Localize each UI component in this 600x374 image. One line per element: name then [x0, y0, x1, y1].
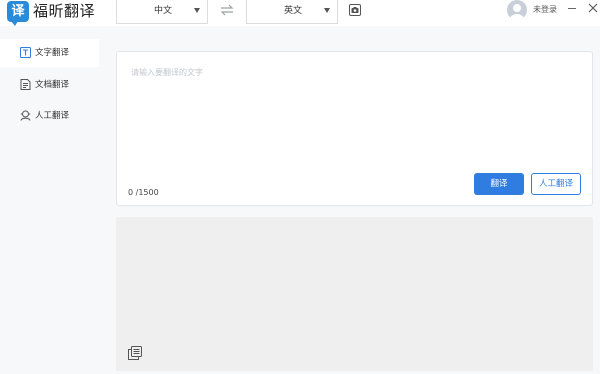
- input-placeholder: 请输入要翻译的文字: [131, 68, 203, 77]
- sidebar-item-document-translate[interactable]: 文档翻译: [0, 71, 99, 99]
- sidebar-item-label: 人工翻译: [35, 111, 70, 121]
- sidebar-item-label: 文档翻译: [35, 80, 70, 90]
- user-avatar[interactable]: [507, 0, 527, 20]
- close-icon[interactable]: [588, 3, 598, 13]
- app-logo: 译: [7, 1, 29, 26]
- human-icon: [20, 110, 31, 121]
- human-translate-button[interactable]: 人工翻译: [531, 173, 581, 195]
- source-language-select[interactable]: 中文: [116, 0, 208, 24]
- camera-icon[interactable]: [349, 4, 361, 16]
- sidebar-item-text-translate[interactable]: 文字翻译: [0, 39, 99, 67]
- source-text-input[interactable]: 请输入要翻译的文字 0 /1500 翻译 人工翻译: [116, 51, 593, 206]
- app-title: 福昕翻译: [33, 2, 96, 20]
- sidebar-item-label: 文字翻译: [35, 48, 70, 58]
- top-bar: 译 福昕翻译 中文 英文 未登录: [0, 0, 600, 26]
- target-language-select[interactable]: 英文: [246, 0, 338, 24]
- sidebar-item-human-translate[interactable]: 人工翻译: [0, 102, 99, 130]
- translate-button[interactable]: 翻译: [474, 173, 524, 195]
- chevron-down-icon: [324, 8, 330, 13]
- sidebar: 文字翻译 文档翻译 人工翻译: [0, 26, 99, 374]
- login-link[interactable]: 未登录: [533, 4, 557, 15]
- minimize-icon[interactable]: [568, 8, 576, 9]
- swap-languages-icon[interactable]: [219, 4, 235, 16]
- document-icon: [20, 79, 31, 90]
- user-avatar-icon: [510, 4, 524, 20]
- character-count: 0 /1500: [128, 188, 159, 197]
- chevron-down-icon: [194, 8, 200, 13]
- text-icon: [20, 47, 31, 58]
- translation-output: [116, 217, 593, 371]
- copy-icon[interactable]: [128, 346, 142, 360]
